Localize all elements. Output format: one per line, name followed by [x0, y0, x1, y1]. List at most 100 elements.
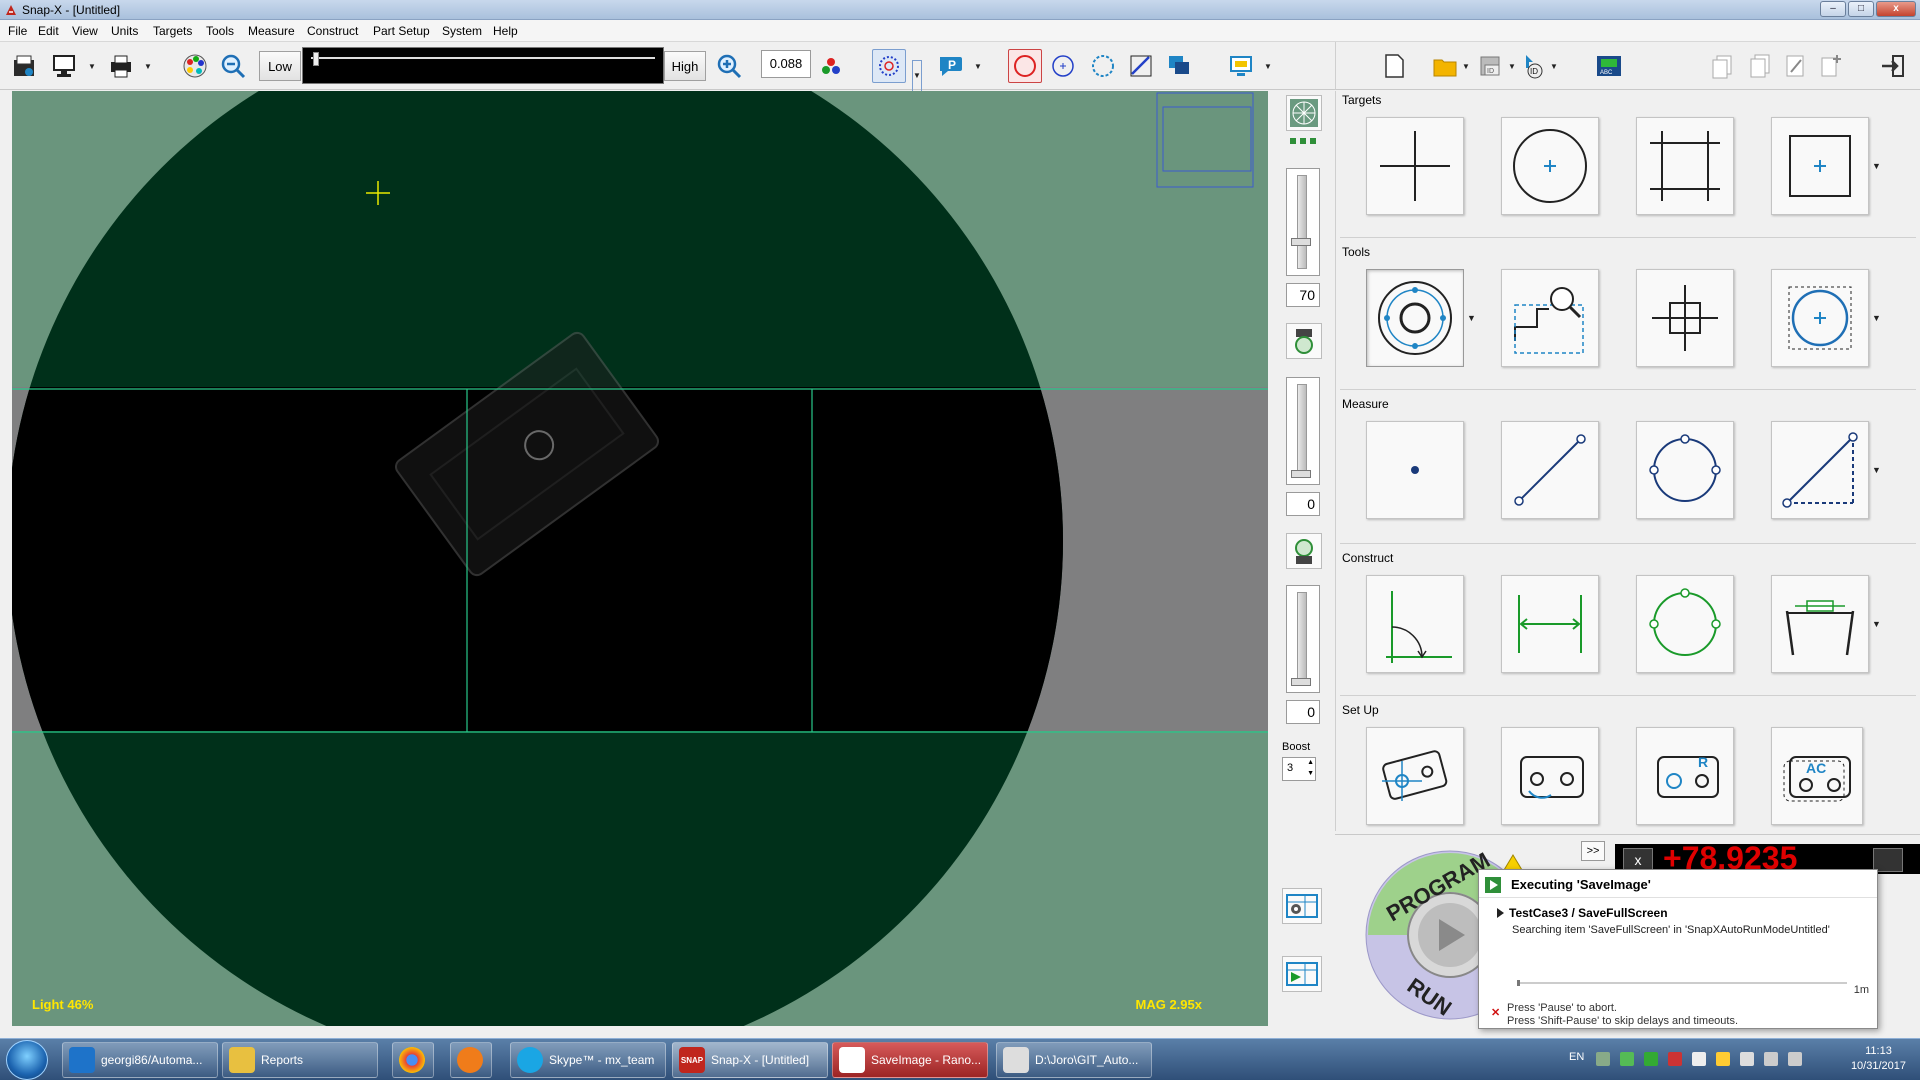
- taskbar-item-reports[interactable]: Reports: [222, 1042, 378, 1078]
- spin-down-icon[interactable]: ▼: [1307, 770, 1314, 777]
- layers-button[interactable]: [1162, 49, 1196, 83]
- tray-nvidia-icon[interactable]: [1644, 1052, 1658, 1066]
- target-box-tool[interactable]: [1771, 117, 1869, 215]
- menu-targets[interactable]: Targets: [153, 24, 192, 38]
- chevron-down-icon[interactable]: ▼: [974, 62, 982, 71]
- chevron-down-icon[interactable]: ▼: [144, 62, 152, 71]
- circle-center-button[interactable]: [1046, 49, 1080, 83]
- minimize-button[interactable]: –: [1820, 1, 1846, 17]
- construct-circle-tool[interactable]: [1636, 575, 1734, 673]
- zoom-in-button[interactable]: [712, 49, 746, 83]
- taskbar-item-ranorex[interactable]: SaveImage - Rano...: [832, 1042, 988, 1078]
- zoom-out-button[interactable]: [216, 49, 250, 83]
- chevron-down-icon[interactable]: ▼: [1872, 619, 1881, 629]
- slider-thumb[interactable]: [1291, 470, 1311, 478]
- spin-up-icon[interactable]: ▲: [1307, 759, 1314, 766]
- ms-dro-button[interactable]: ABC: [1592, 49, 1626, 83]
- add-page-button[interactable]: [1814, 49, 1848, 83]
- taskbar-item-browser[interactable]: georgi86/Automa...: [62, 1042, 218, 1078]
- new-program-button[interactable]: [1377, 49, 1411, 83]
- save-program-button[interactable]: ID: [1474, 49, 1508, 83]
- chevron-down-icon[interactable]: ▼: [1462, 62, 1470, 71]
- print-button[interactable]: [104, 49, 138, 83]
- setup-rotation-tool[interactable]: [1501, 727, 1599, 825]
- chevron-down-icon[interactable]: ▼: [1872, 465, 1881, 475]
- slider-knob[interactable]: [313, 52, 319, 66]
- target-grid-tool[interactable]: [1636, 117, 1734, 215]
- taskbar-item-chrome[interactable]: [392, 1042, 434, 1078]
- taskbar-item-media[interactable]: [450, 1042, 492, 1078]
- ring-edge-tool[interactable]: [1366, 269, 1464, 367]
- ring-light-value[interactable]: 70: [1286, 283, 1320, 307]
- tray-network-icon[interactable]: [1764, 1052, 1778, 1066]
- taskbar-clock[interactable]: 11:13 10/31/2017: [1851, 1044, 1906, 1074]
- duplicate-page-button[interactable]: [1742, 49, 1776, 83]
- tray-app-icon[interactable]: [1620, 1052, 1634, 1066]
- exit-button[interactable]: [1876, 49, 1910, 83]
- shape-circle-red-button[interactable]: [1008, 49, 1042, 83]
- construct-angle-tool[interactable]: [1366, 575, 1464, 673]
- menu-part-setup[interactable]: Part Setup: [373, 24, 430, 38]
- start-button[interactable]: [6, 1040, 48, 1080]
- light-slider[interactable]: [302, 47, 664, 84]
- auto-circle-tool[interactable]: [1771, 269, 1869, 367]
- auto-edge-button[interactable]: [872, 49, 906, 83]
- zoom-value-field[interactable]: 0.088: [761, 50, 811, 78]
- copy-page-button[interactable]: [1706, 49, 1740, 83]
- measure-circle-tool[interactable]: [1636, 421, 1734, 519]
- menu-help[interactable]: Help: [493, 24, 518, 38]
- ring-light-button[interactable]: [1286, 95, 1322, 131]
- segment-dots[interactable]: [1290, 138, 1318, 146]
- tray-folder-icon[interactable]: [1716, 1052, 1730, 1066]
- expand-readout-button[interactable]: >>: [1581, 841, 1605, 861]
- maximize-button[interactable]: □: [1848, 1, 1874, 17]
- edit-page-button[interactable]: [1778, 49, 1812, 83]
- probe-button[interactable]: P: [934, 49, 968, 83]
- chevron-down-icon[interactable]: ▼: [1264, 62, 1272, 71]
- chevron-down-icon[interactable]: ▼: [1872, 161, 1881, 171]
- ring-light-slider[interactable]: [1286, 168, 1320, 276]
- measure-point-tool[interactable]: [1366, 421, 1464, 519]
- coaxial-light-button[interactable]: [1286, 323, 1322, 359]
- chevron-down-icon[interactable]: ▼: [1467, 313, 1476, 323]
- run-grid-button[interactable]: [1282, 956, 1322, 992]
- target-circle-tool[interactable]: [1501, 117, 1599, 215]
- measure-line-tool[interactable]: [1501, 421, 1599, 519]
- menu-units[interactable]: Units: [111, 24, 138, 38]
- low-button[interactable]: Low: [259, 51, 301, 81]
- taskbar-item-skype[interactable]: Skype™ - mx_team: [510, 1042, 666, 1078]
- tray-volume-icon[interactable]: [1788, 1052, 1802, 1066]
- menu-file[interactable]: File: [8, 24, 27, 38]
- camera-viewport[interactable]: Light 46% MAG 2.95x: [12, 91, 1268, 1026]
- menu-tools[interactable]: Tools: [206, 24, 234, 38]
- backlight-button[interactable]: [1286, 533, 1322, 569]
- expand-triangle-icon[interactable]: [1497, 908, 1504, 918]
- menu-measure[interactable]: Measure: [248, 24, 295, 38]
- menu-construct[interactable]: Construct: [307, 24, 358, 38]
- menu-system[interactable]: System: [442, 24, 482, 38]
- menu-view[interactable]: View: [72, 24, 98, 38]
- abort-x-icon[interactable]: ✕: [1491, 1006, 1500, 1019]
- close-button[interactable]: x: [1876, 1, 1916, 17]
- target-crosshair-tool[interactable]: [1366, 117, 1464, 215]
- tray-security-icon[interactable]: [1668, 1052, 1682, 1066]
- display-mode-button[interactable]: [1224, 49, 1258, 83]
- taskbar-item-snapx[interactable]: SNAP Snap-X - [Untitled]: [672, 1042, 828, 1078]
- part-id-button[interactable]: ID: [1518, 49, 1552, 83]
- boost-spinner[interactable]: 3 ▲ ▼: [1282, 757, 1316, 781]
- slider-thumb[interactable]: [1291, 238, 1311, 246]
- setup-reference-tool[interactable]: R: [1636, 727, 1734, 825]
- save-button[interactable]: [48, 49, 82, 83]
- construct-gap-tool[interactable]: [1771, 575, 1869, 673]
- chevron-down-icon[interactable]: ▼: [1508, 62, 1516, 71]
- chevron-down-icon[interactable]: ▼: [1872, 313, 1881, 323]
- measure-distance-tool[interactable]: [1771, 421, 1869, 519]
- backlight-value[interactable]: 0: [1286, 700, 1320, 724]
- cross-edge-tool[interactable]: [1636, 269, 1734, 367]
- taskbar-item-explorer[interactable]: D:\Joro\GIT_Auto...: [996, 1042, 1152, 1078]
- coaxial-light-slider[interactable]: [1286, 377, 1320, 485]
- menu-edit[interactable]: Edit: [38, 24, 59, 38]
- tray-flag-icon[interactable]: [1740, 1052, 1754, 1066]
- setup-auto-coordinate-tool[interactable]: AC: [1771, 727, 1863, 825]
- tray-device-icon[interactable]: [1692, 1052, 1706, 1066]
